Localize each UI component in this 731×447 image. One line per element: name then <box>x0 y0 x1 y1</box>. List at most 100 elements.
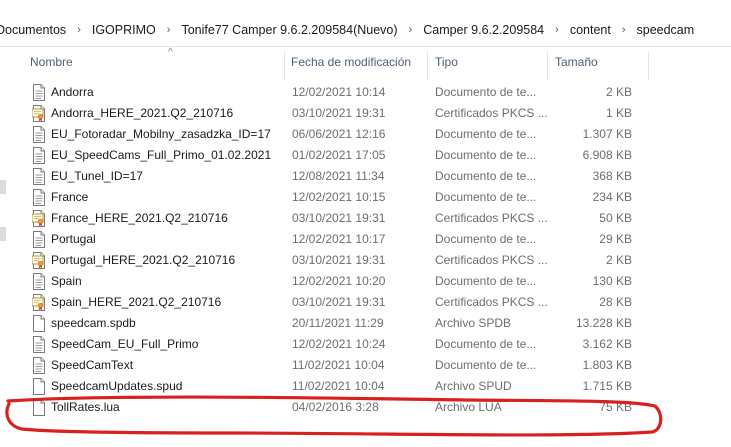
file-name: SpeedcamUpdates.spud <box>51 379 183 393</box>
file-type: Certificados PKCS ... <box>435 253 548 267</box>
file-row[interactable]: Spain_HERE_2021.Q2_210716 03/10/2021 19:3… <box>20 292 640 313</box>
breadcrumb-item[interactable]: Camper 9.6.2.209584 <box>421 23 546 37</box>
file-type: Documento de te... <box>435 358 537 372</box>
column-divider[interactable] <box>427 51 428 81</box>
breadcrumb-separator-icon[interactable]: › <box>613 24 635 36</box>
file-name: Andorra_HERE_2021.Q2_210716 <box>51 106 234 120</box>
file-size: 13.228 KB <box>575 316 632 330</box>
file-size: 3.162 KB <box>582 337 632 351</box>
breadcrumb-separator-icon[interactable]: › <box>400 24 422 36</box>
file-name: Spain_HERE_2021.Q2_210716 <box>51 295 222 309</box>
breadcrumb-separator-icon[interactable]: › <box>158 24 180 36</box>
file-type: Certificados PKCS ... <box>435 211 548 225</box>
file-name: EU_Fotoradar_Mobilny_zasadzka_ID=17 <box>51 127 271 141</box>
file-size: 1 KB <box>605 106 632 120</box>
column-divider[interactable] <box>648 52 649 80</box>
file-size: 1.307 KB <box>582 127 632 141</box>
file-modified-date: 11/02/2021 10:04 <box>292 379 385 393</box>
file-size: 130 KB <box>592 274 632 288</box>
file-name: EU_SpeedCams_Full_Primo_01.02.2021 <box>51 148 272 162</box>
file-modified-date: 20/11/2021 11:29 <box>292 316 384 330</box>
breadcrumb-separator-icon[interactable]: › <box>546 24 568 36</box>
breadcrumb-item[interactable]: IGOPRIMO <box>90 23 158 37</box>
file-row[interactable]: TollRates.lua 04/02/2016 3:28 Archivo LUA 7… <box>20 397 640 418</box>
file-type: Archivo LUA <box>435 400 502 414</box>
file-modified-date: 01/02/2021 17:05 <box>292 148 386 162</box>
file-type: Documento de te... <box>435 337 537 351</box>
file-name: Andorra <box>51 85 94 99</box>
file-modified-date: 03/10/2021 19:31 <box>292 106 386 120</box>
file-size: 29 KB <box>599 232 632 246</box>
file-size: 28 KB <box>599 295 632 309</box>
file-row[interactable]: EU_Tunel_ID=17 12/08/2021 11:34 Documento … <box>20 166 640 187</box>
file-type: Documento de te... <box>435 148 537 162</box>
file-size: 1.803 KB <box>582 358 632 372</box>
file-modified-date: 12/02/2021 10:17 <box>292 232 386 246</box>
file-row[interactable]: Portugal 12/02/2021 10:17 Documento de te.… <box>20 229 640 250</box>
file-size: 234 KB <box>592 190 632 204</box>
file-modified-date: 12/02/2021 10:14 <box>292 85 386 99</box>
file-row[interactable]: SpeedCam_EU_Full_Primo 12/02/2021 10:24 Do… <box>20 334 640 355</box>
file-row[interactable]: EU_SpeedCams_Full_Primo_01.02.2021 01/02/… <box>20 145 640 166</box>
file-modified-date: 12/08/2021 11:34 <box>292 169 385 183</box>
file-row[interactable]: speedcam.spdb 20/11/2021 11:29 Archivo SPD… <box>20 313 640 334</box>
nav-pane-marker <box>0 227 6 241</box>
file-name: speedcam.spdb <box>51 316 136 330</box>
file-modified-date: 12/02/2021 10:20 <box>292 274 386 288</box>
column-header-date[interactable]: Fecha de modificación <box>291 55 411 69</box>
file-name: France <box>51 190 89 204</box>
file-size: 50 KB <box>599 211 632 225</box>
file-modified-date: 06/06/2021 12:16 <box>292 127 386 141</box>
file-size: 368 KB <box>592 169 632 183</box>
navigation-pane-edge[interactable] <box>0 47 20 447</box>
file-row[interactable]: SpeedCamText 11/02/2021 10:04 Documento de… <box>20 355 640 376</box>
file-name: TollRates.lua <box>51 400 120 414</box>
file-type: Archivo SPDB <box>435 316 512 330</box>
sort-ascending-icon: ^ <box>168 47 173 58</box>
breadcrumb-item[interactable]: speedcam <box>635 23 697 37</box>
column-header: ^ Nombre Fecha de modificación Tipo Tama… <box>20 47 731 82</box>
file-modified-date: 04/02/2016 3:28 <box>292 400 379 414</box>
file-size: 75 KB <box>599 400 632 414</box>
breadcrumb-item[interactable]: content <box>568 23 613 37</box>
file-row[interactable]: France 12/02/2021 10:15 Documento de te...… <box>20 187 640 208</box>
file-modified-date: 11/02/2021 10:04 <box>292 358 385 372</box>
nav-pane-marker <box>0 180 6 194</box>
file-modified-date: 03/10/2021 19:31 <box>292 211 386 225</box>
file-name: SpeedCam_EU_Full_Primo <box>51 337 199 351</box>
file-type: Documento de te... <box>435 232 537 246</box>
breadcrumb-item[interactable]: Tonife77 Camper 9.6.2.209584(Nuevo) <box>179 23 399 37</box>
file-type: Documento de te... <box>435 274 537 288</box>
file-name: Portugal <box>51 232 96 246</box>
file-name: SpeedCamText <box>51 358 134 372</box>
file-row[interactable]: Andorra_HERE_2021.Q2_210716 03/10/2021 19… <box>20 103 640 124</box>
column-divider[interactable] <box>547 51 548 81</box>
file-type: Documento de te... <box>435 169 537 183</box>
file-row[interactable]: SpeedcamUpdates.spud 11/02/2021 10:04 Arch… <box>20 376 640 397</box>
file-size: 2 KB <box>605 253 632 267</box>
breadcrumb-trail: Documentos › IGOPRIMO › Tonife77 Camper 9.6.… <box>0 20 696 40</box>
breadcrumb-separator-icon[interactable]: › <box>68 24 90 36</box>
file-modified-date: 03/10/2021 19:31 <box>292 253 386 267</box>
column-header-type[interactable]: Tipo <box>435 55 458 69</box>
file-name: France_HERE_2021.Q2_210716 <box>51 211 228 225</box>
file-size: 6.908 KB <box>582 148 632 162</box>
file-type: Documento de te... <box>435 190 537 204</box>
file-type: Archivo SPUD <box>435 379 512 393</box>
file-row[interactable]: Spain 12/02/2021 10:20 Documento de te... 1… <box>20 271 640 292</box>
file-type: Certificados PKCS ... <box>435 295 548 309</box>
file-row[interactable]: EU_Fotoradar_Mobilny_zasadzka_ID=17 06/06… <box>20 124 640 145</box>
file-row[interactable]: Andorra 12/02/2021 10:14 Documento de te..… <box>20 82 640 103</box>
breadcrumb: Documentos › IGOPRIMO › Tonife77 Camper 9.6.… <box>0 0 731 42</box>
file-name: EU_Tunel_ID=17 <box>51 169 143 183</box>
file-modified-date: 12/02/2021 10:15 <box>292 190 386 204</box>
file-type: Documento de te... <box>435 85 537 99</box>
column-divider[interactable] <box>284 51 285 81</box>
file-name: Portugal_HERE_2021.Q2_210716 <box>51 253 236 267</box>
breadcrumb-item[interactable]: Documentos <box>0 23 68 37</box>
column-header-name[interactable]: Nombre <box>30 55 73 69</box>
file-size: 2 KB <box>605 85 632 99</box>
file-row[interactable]: France_HERE_2021.Q2_210716 03/10/2021 19:… <box>20 208 640 229</box>
file-row[interactable]: Portugal_HERE_2021.Q2_210716 03/10/2021 1… <box>20 250 640 271</box>
column-header-size[interactable]: Tamaño <box>555 55 598 69</box>
